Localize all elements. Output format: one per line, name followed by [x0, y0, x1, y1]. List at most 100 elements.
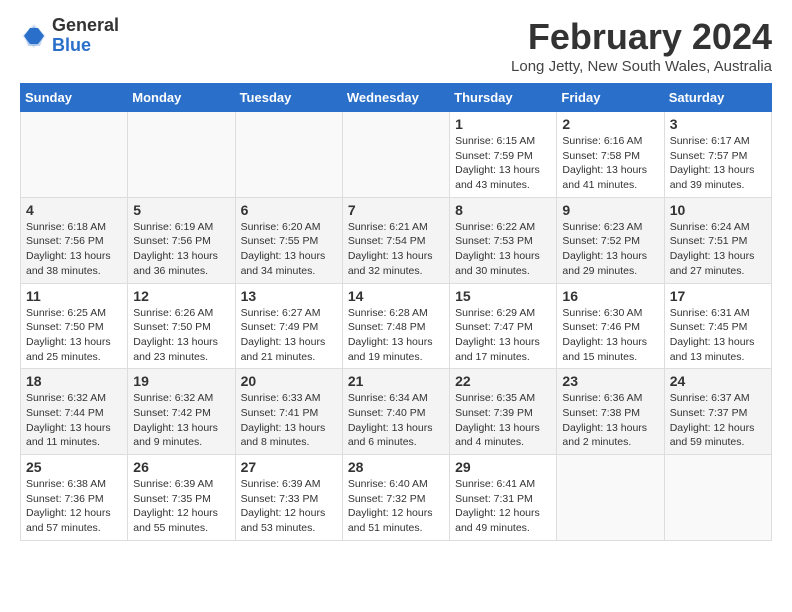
cell-day-number: 15	[455, 288, 551, 304]
calendar-cell: 13Sunrise: 6:27 AMSunset: 7:49 PMDayligh…	[235, 283, 342, 369]
calendar-cell: 25 Sunrise: 6:38 AMSunset: 7:36 PMDayligh…	[21, 455, 128, 541]
cell-info-text: Sunrise: 6:36 AMSunset: 7:38 PMDaylight:…	[562, 391, 658, 450]
cell-info-text: Sunrise: 6:26 AMSunset: 7:50 PMDaylight:…	[133, 306, 229, 365]
cell-info-text: Sunrise: 6:15 AMSunset: 7:59 PMDaylight:…	[455, 134, 551, 193]
cell-info-text: Sunrise: 6:39 AMSunset: 7:35 PMDaylight:…	[133, 477, 229, 536]
logo-icon	[20, 22, 48, 50]
cell-info-text: Sunrise: 6:22 AMSunset: 7:53 PMDaylight:…	[455, 220, 551, 279]
cell-info-text: Sunrise: 6:34 AMSunset: 7:40 PMDaylight:…	[348, 391, 444, 450]
cell-day-number: 4	[26, 202, 122, 218]
title-area: February 2024 Long Jetty, New South Wale…	[511, 16, 772, 75]
calendar-cell: 28 Sunrise: 6:40 AMSunset: 7:32 PMDayligh…	[342, 455, 449, 541]
calendar-cell: 22Sunrise: 6:35 AMSunset: 7:39 PMDayligh…	[450, 369, 557, 455]
calendar-cell: 9 Sunrise: 6:23 AMSunset: 7:52 PMDaylight…	[557, 197, 664, 283]
calendar-cell	[235, 112, 342, 198]
cell-info-text: Sunrise: 6:33 AMSunset: 7:41 PMDaylight:…	[241, 391, 337, 450]
calendar-header-row: SundayMondayTuesdayWednesdayThursdayFrid…	[21, 84, 772, 112]
cell-day-number: 2	[562, 116, 658, 132]
cell-info-text: Sunrise: 6:17 AMSunset: 7:57 PMDaylight:…	[670, 134, 766, 193]
calendar-cell: 3Sunrise: 6:17 AMSunset: 7:57 PMDaylight…	[664, 112, 771, 198]
cell-day-number: 17	[670, 288, 766, 304]
cell-day-number: 16	[562, 288, 658, 304]
cell-info-text: Sunrise: 6:23 AMSunset: 7:52 PMDaylight:…	[562, 220, 658, 279]
calendar-cell: 10 Sunrise: 6:24 AMSunset: 7:51 PMDayligh…	[664, 197, 771, 283]
cell-day-number: 9	[562, 202, 658, 218]
calendar-table: SundayMondayTuesdayWednesdayThursdayFrid…	[20, 83, 772, 541]
cell-info-text: Sunrise: 6:24 AMSunset: 7:51 PMDaylight:…	[670, 220, 766, 279]
calendar-cell: 18 Sunrise: 6:32 AMSunset: 7:44 PMDayligh…	[21, 369, 128, 455]
cell-info-text: Sunrise: 6:27 AMSunset: 7:49 PMDaylight:…	[241, 306, 337, 365]
calendar-cell: 6Sunrise: 6:20 AMSunset: 7:55 PMDaylight…	[235, 197, 342, 283]
calendar-cell: 27 Sunrise: 6:39 AMSunset: 7:33 PMDayligh…	[235, 455, 342, 541]
calendar-cell: 19 Sunrise: 6:32 AMSunset: 7:42 PMDayligh…	[128, 369, 235, 455]
cell-day-number: 27	[241, 459, 337, 475]
calendar-week-row: 1Sunrise: 6:15 AMSunset: 7:59 PMDaylight…	[21, 112, 772, 198]
calendar-cell: 14Sunrise: 6:28 AMSunset: 7:48 PMDayligh…	[342, 283, 449, 369]
cell-day-number: 21	[348, 373, 444, 389]
cell-info-text: Sunrise: 6:32 AMSunset: 7:42 PMDaylight:…	[133, 391, 229, 450]
calendar-cell	[664, 455, 771, 541]
cell-day-number: 7	[348, 202, 444, 218]
cell-info-text: Sunrise: 6:35 AMSunset: 7:39 PMDaylight:…	[455, 391, 551, 450]
calendar-cell: 17 Sunrise: 6:31 AMSunset: 7:45 PMDayligh…	[664, 283, 771, 369]
calendar-cell	[128, 112, 235, 198]
calendar-cell: 8 Sunrise: 6:22 AMSunset: 7:53 PMDaylight…	[450, 197, 557, 283]
calendar-header-saturday: Saturday	[664, 84, 771, 112]
cell-day-number: 28	[348, 459, 444, 475]
calendar-header-thursday: Thursday	[450, 84, 557, 112]
cell-info-text: Sunrise: 6:30 AMSunset: 7:46 PMDaylight:…	[562, 306, 658, 365]
cell-day-number: 6	[241, 202, 337, 218]
calendar-cell	[557, 455, 664, 541]
calendar-cell: 23 Sunrise: 6:36 AMSunset: 7:38 PMDayligh…	[557, 369, 664, 455]
cell-day-number: 23	[562, 373, 658, 389]
cell-info-text: Sunrise: 6:18 AMSunset: 7:56 PMDaylight:…	[26, 220, 122, 279]
cell-info-text: Sunrise: 6:32 AMSunset: 7:44 PMDaylight:…	[26, 391, 122, 450]
calendar-cell: 5 Sunrise: 6:19 AMSunset: 7:56 PMDaylight…	[128, 197, 235, 283]
calendar-cell: 21 Sunrise: 6:34 AMSunset: 7:40 PMDayligh…	[342, 369, 449, 455]
calendar-header-friday: Friday	[557, 84, 664, 112]
calendar-cell: 12 Sunrise: 6:26 AMSunset: 7:50 PMDayligh…	[128, 283, 235, 369]
calendar-cell: 29 Sunrise: 6:41 AMSunset: 7:31 PMDayligh…	[450, 455, 557, 541]
cell-day-number: 14	[348, 288, 444, 304]
cell-day-number: 24	[670, 373, 766, 389]
cell-info-text: Sunrise: 6:41 AMSunset: 7:31 PMDaylight:…	[455, 477, 551, 536]
calendar-header-wednesday: Wednesday	[342, 84, 449, 112]
cell-info-text: Sunrise: 6:38 AMSunset: 7:36 PMDaylight:…	[26, 477, 122, 536]
calendar-header-monday: Monday	[128, 84, 235, 112]
calendar-week-row: 11Sunrise: 6:25 AMSunset: 7:50 PMDayligh…	[21, 283, 772, 369]
calendar-week-row: 4 Sunrise: 6:18 AMSunset: 7:56 PMDaylight…	[21, 197, 772, 283]
month-title: February 2024	[511, 16, 772, 58]
cell-day-number: 29	[455, 459, 551, 475]
calendar-cell	[342, 112, 449, 198]
calendar-cell: 4 Sunrise: 6:18 AMSunset: 7:56 PMDaylight…	[21, 197, 128, 283]
cell-info-text: Sunrise: 6:19 AMSunset: 7:56 PMDaylight:…	[133, 220, 229, 279]
cell-info-text: Sunrise: 6:37 AMSunset: 7:37 PMDaylight:…	[670, 391, 766, 450]
calendar-cell: 16 Sunrise: 6:30 AMSunset: 7:46 PMDayligh…	[557, 283, 664, 369]
cell-day-number: 10	[670, 202, 766, 218]
calendar-cell: 7Sunrise: 6:21 AMSunset: 7:54 PMDaylight…	[342, 197, 449, 283]
cell-day-number: 18	[26, 373, 122, 389]
cell-day-number: 12	[133, 288, 229, 304]
cell-info-text: Sunrise: 6:40 AMSunset: 7:32 PMDaylight:…	[348, 477, 444, 536]
location-subtitle: Long Jetty, New South Wales, Australia	[511, 58, 772, 75]
page-header: General Blue February 2024 Long Jetty, N…	[20, 16, 772, 75]
cell-day-number: 8	[455, 202, 551, 218]
calendar-week-row: 25 Sunrise: 6:38 AMSunset: 7:36 PMDayligh…	[21, 455, 772, 541]
cell-info-text: Sunrise: 6:31 AMSunset: 7:45 PMDaylight:…	[670, 306, 766, 365]
calendar-cell	[21, 112, 128, 198]
cell-day-number: 19	[133, 373, 229, 389]
calendar-cell: 1Sunrise: 6:15 AMSunset: 7:59 PMDaylight…	[450, 112, 557, 198]
logo: General Blue	[20, 16, 119, 56]
cell-info-text: Sunrise: 6:29 AMSunset: 7:47 PMDaylight:…	[455, 306, 551, 365]
calendar-header-sunday: Sunday	[21, 84, 128, 112]
logo-text: General Blue	[52, 16, 119, 56]
calendar-cell: 11Sunrise: 6:25 AMSunset: 7:50 PMDayligh…	[21, 283, 128, 369]
cell-info-text: Sunrise: 6:25 AMSunset: 7:50 PMDaylight:…	[26, 306, 122, 365]
cell-day-number: 26	[133, 459, 229, 475]
calendar-cell: 24 Sunrise: 6:37 AMSunset: 7:37 PMDayligh…	[664, 369, 771, 455]
calendar-cell: 2Sunrise: 6:16 AMSunset: 7:58 PMDaylight…	[557, 112, 664, 198]
cell-day-number: 25	[26, 459, 122, 475]
cell-day-number: 5	[133, 202, 229, 218]
calendar-cell: 26 Sunrise: 6:39 AMSunset: 7:35 PMDayligh…	[128, 455, 235, 541]
cell-info-text: Sunrise: 6:39 AMSunset: 7:33 PMDaylight:…	[241, 477, 337, 536]
